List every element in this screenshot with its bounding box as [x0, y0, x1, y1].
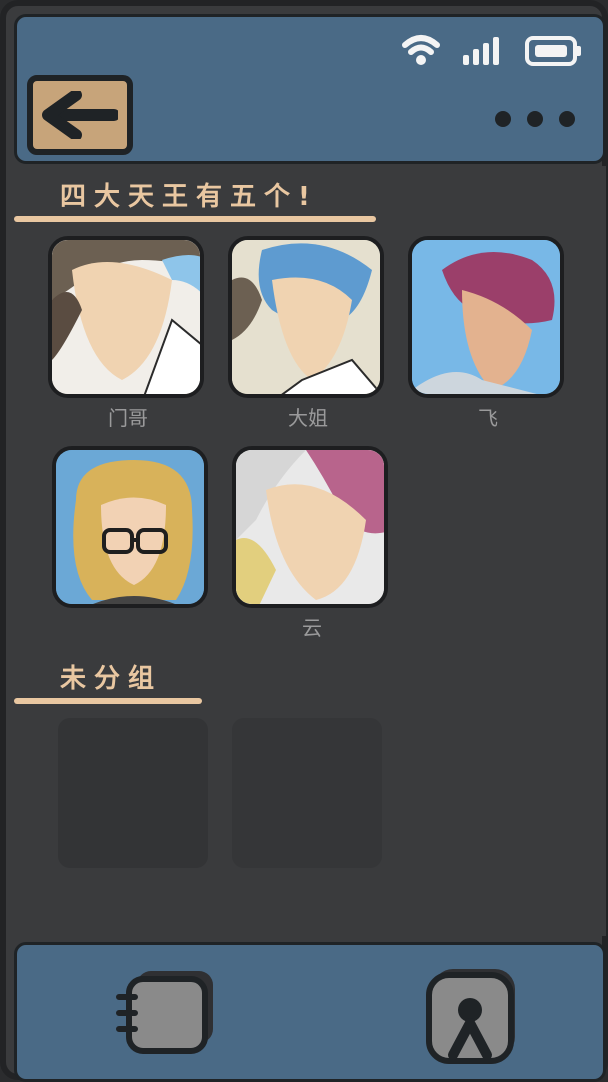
- notebook-icon: [116, 971, 213, 1054]
- profile-button[interactable]: [415, 965, 533, 1065]
- top-bar: [14, 14, 606, 164]
- contact-name: 大姐: [288, 406, 328, 430]
- more-dot-icon: [495, 111, 511, 127]
- contact-name: 云: [302, 616, 322, 640]
- avatar-image: [56, 450, 204, 604]
- contacts-button[interactable]: [107, 965, 225, 1065]
- contact-avatar-3[interactable]: [408, 236, 564, 398]
- bottom-nav: [14, 942, 606, 1082]
- contacts-content: 四大天王有五个! 门哥 大姐 飞 云 未分组: [14, 166, 606, 936]
- id-card-icon: [426, 969, 515, 1064]
- empty-slot: [232, 718, 382, 868]
- battery-icon: [525, 36, 581, 66]
- back-button[interactable]: [27, 75, 133, 155]
- contact-avatar-2[interactable]: [228, 236, 384, 398]
- arrow-left-icon: [42, 91, 118, 139]
- more-options-button[interactable]: [495, 111, 575, 127]
- avatar-image: [232, 240, 380, 394]
- status-bar: [401, 33, 583, 69]
- signal-icon: [463, 37, 499, 65]
- phone-frame: 四大天王有五个! 门哥 大姐 飞 云 未分组: [0, 0, 608, 1082]
- avatar-image: [52, 240, 200, 394]
- section-underline: [14, 216, 376, 222]
- contact-name: 飞: [478, 406, 498, 430]
- contact-avatar-1[interactable]: [48, 236, 204, 398]
- section-title-group: 四大天王有五个!: [60, 182, 318, 212]
- contact-avatar-4[interactable]: [52, 446, 208, 608]
- more-dot-icon: [527, 111, 543, 127]
- section-title-ungrouped: 未分组: [60, 664, 163, 694]
- more-dot-icon: [559, 111, 575, 127]
- contact-name: 门哥: [108, 406, 148, 430]
- avatar-image: [236, 450, 384, 604]
- empty-slot: [58, 718, 208, 868]
- wifi-icon: [402, 35, 440, 65]
- avatar-image: [412, 240, 560, 394]
- section-underline: [14, 698, 202, 704]
- contact-avatar-5[interactable]: [232, 446, 388, 608]
